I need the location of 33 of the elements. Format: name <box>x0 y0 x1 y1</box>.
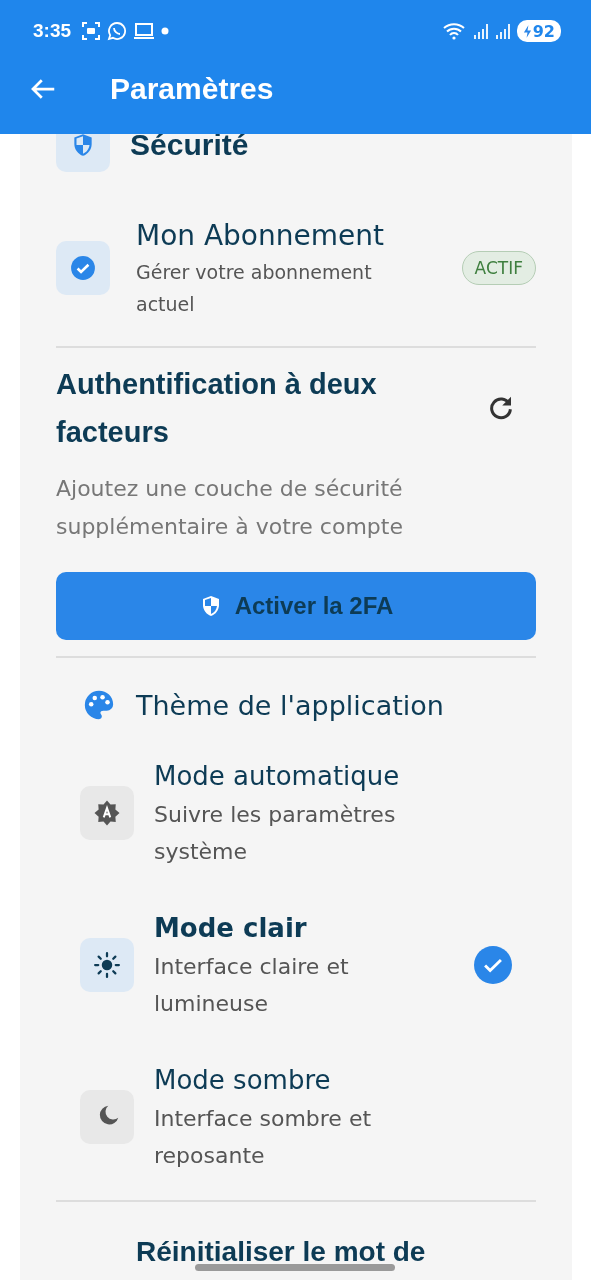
reset-password-title[interactable]: Réinitialiser le mot de <box>136 1236 536 1268</box>
theme-option[interactable]: Mode automatique Suivre les paramètres système <box>80 756 536 870</box>
section-title: Sécurité <box>130 128 249 162</box>
signal-icon <box>494 22 511 40</box>
screen-title: Paramètres <box>110 72 274 106</box>
screenshot-icon <box>81 21 102 41</box>
battery-indicator: 92 <box>516 20 561 42</box>
option-title: Mode automatique <box>154 760 401 793</box>
moon-icon <box>80 1090 134 1144</box>
dot-icon <box>161 27 170 35</box>
check-icon <box>474 946 512 984</box>
theme-option[interactable]: Mode sombre Interface sombre et reposante <box>80 1060 536 1174</box>
subscription-item[interactable]: Mon Abonnement Gérer votre abonnement actuel ACTIF <box>56 216 536 320</box>
item-subtitle: Gérer votre abonnement actuel <box>136 260 373 317</box>
theme-option[interactable]: Mode clair Interface claire et lumineuse <box>80 908 536 1022</box>
status-time: 3:35 <box>33 20 72 42</box>
status-badge: ACTIF <box>461 251 536 285</box>
signal-icon <box>472 22 489 40</box>
laptop-icon <box>133 22 156 40</box>
section-title: Thème de l'application <box>136 689 444 721</box>
wifi-icon <box>442 21 467 41</box>
auto-brightness-icon <box>80 786 134 840</box>
chat-icon <box>107 21 128 41</box>
option-subtitle: Interface sombre et reposante <box>154 1105 373 1170</box>
section-title: Authentification à deux facteurs <box>56 367 378 450</box>
palette-icon <box>82 688 116 722</box>
option-subtitle: Interface claire et lumineuse <box>154 953 350 1018</box>
option-title: Mode clair <box>154 912 308 945</box>
option-subtitle: Suivre les paramètres système <box>154 801 397 866</box>
sun-icon <box>80 938 134 992</box>
option-title: Mode sombre <box>154 1064 332 1097</box>
section-description: Ajoutez une couche de sécurité supplémentaire à votre compte <box>56 475 404 541</box>
item-title: Mon Abonnement <box>136 218 385 254</box>
